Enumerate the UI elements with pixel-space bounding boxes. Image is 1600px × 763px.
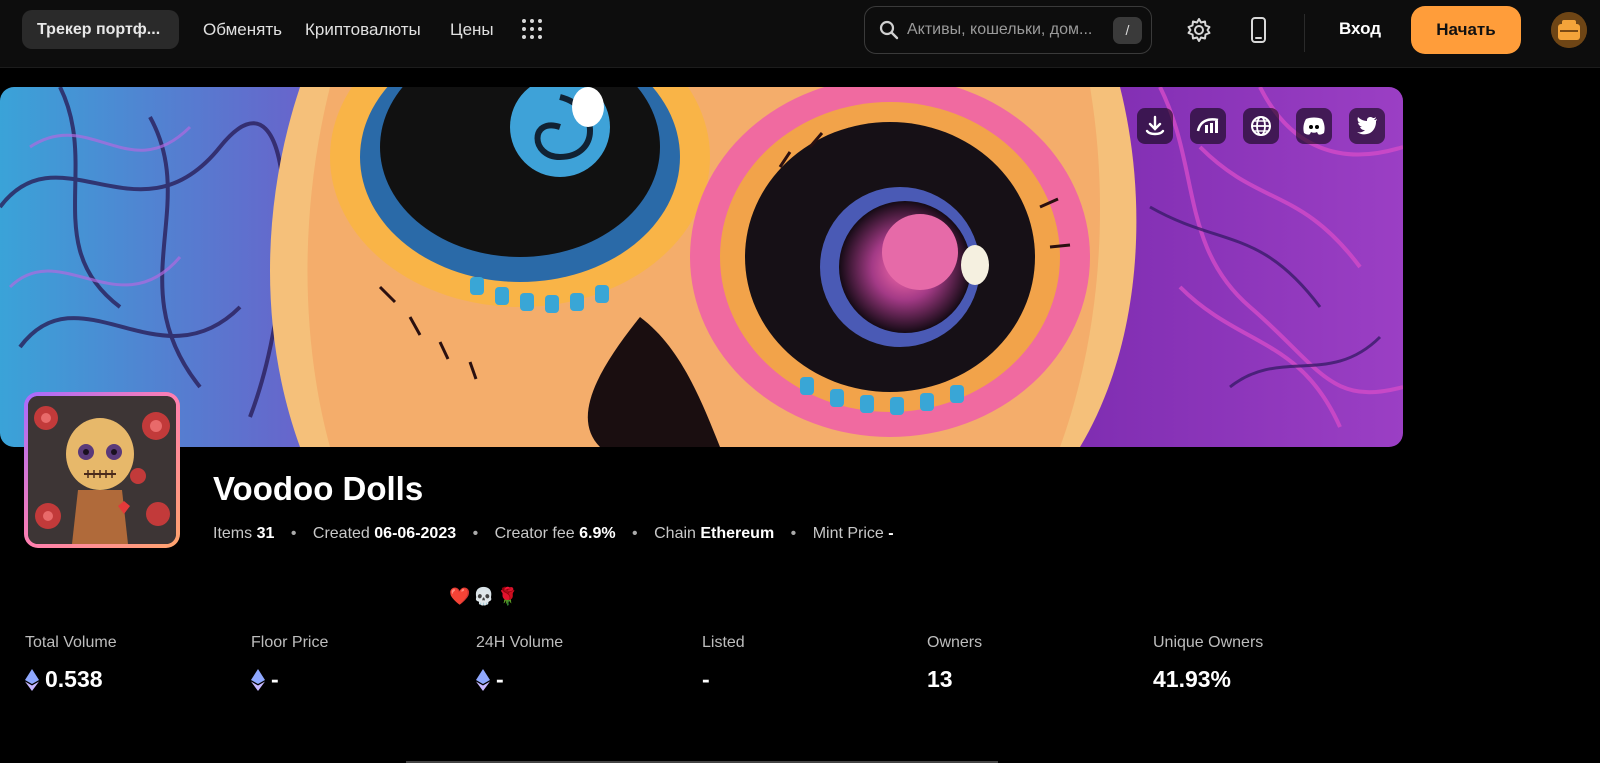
nav-link-prices[interactable]: Цены: [450, 20, 494, 40]
stat-label: Unique Owners: [1153, 634, 1264, 651]
collection-description-emojis: ❤️💀🌹: [449, 587, 522, 606]
stat-value: 41.93%: [1153, 666, 1232, 692]
search-input[interactable]: [907, 15, 1097, 45]
mint-price-value: -: [888, 525, 894, 542]
login-link[interactable]: Вход: [1339, 19, 1381, 39]
portfolio-tracker-button[interactable]: Трекер портф...: [22, 10, 179, 49]
stat-label: 24H Volume: [476, 634, 564, 651]
chain-value: Ethereum: [700, 525, 775, 542]
meta-separator: •: [632, 525, 638, 542]
stat-unique-owners: Unique Owners 41.93%: [1153, 634, 1263, 693]
discord-icon[interactable]: [1296, 108, 1332, 144]
stat-24h-volume: 24H Volume -: [476, 634, 563, 693]
ethereum-icon: [25, 668, 39, 691]
nav-divider: [1304, 14, 1305, 52]
user-avatar[interactable]: [1551, 12, 1587, 48]
mobile-phone-icon[interactable]: [1244, 16, 1272, 44]
search-shortcut-key: /: [1113, 17, 1142, 44]
stat-owners: Owners 13: [927, 634, 982, 693]
analytics-link-icon[interactable]: [1190, 108, 1226, 144]
collection-avatar: [24, 392, 180, 548]
get-started-button[interactable]: Начать: [1411, 6, 1521, 54]
marketplace-link-icon[interactable]: [1137, 108, 1173, 144]
gear-icon[interactable]: [1185, 16, 1213, 44]
stat-label: Owners: [927, 634, 983, 651]
stat-value: -: [702, 666, 710, 692]
creator-fee-label: Creator fee: [494, 525, 575, 542]
meta-separator: •: [472, 525, 479, 542]
stat-value: -: [496, 666, 504, 692]
stat-value: -: [271, 666, 279, 692]
ethereum-icon: [251, 668, 265, 691]
items-label: Items: [213, 525, 253, 542]
stat-label: Floor Price: [251, 634, 329, 651]
stat-floor-price: Floor Price -: [251, 634, 328, 693]
globe-icon[interactable]: [1243, 108, 1279, 144]
chain-label: Chain: [654, 525, 696, 542]
collection-meta: Items 31 • Created 06-06-2023 • Creator …: [213, 525, 894, 543]
stat-label: Total Volume: [25, 634, 117, 651]
mint-price-label: Mint Price: [812, 525, 884, 542]
top-navigation-bar: Трекер портф... Обменять Криптовалюты Це…: [0, 0, 1600, 68]
search-icon: [879, 20, 899, 40]
created-value: 06-06-2023: [374, 525, 457, 542]
stat-label: Listed: [702, 634, 745, 651]
meta-separator: •: [290, 525, 297, 542]
nav-link-cryptocurrencies[interactable]: Криптовалюты: [305, 20, 421, 40]
nav-link-swap[interactable]: Обменять: [203, 20, 282, 40]
creator-fee-value: 6.9%: [579, 525, 616, 542]
twitter-icon[interactable]: [1349, 108, 1385, 144]
stat-value: 13: [927, 666, 953, 692]
stat-value: 0.538: [45, 666, 103, 692]
stat-total-volume: Total Volume 0.538: [25, 634, 117, 693]
apps-grid-icon[interactable]: [522, 19, 542, 39]
items-value: 31: [256, 525, 275, 542]
search-box[interactable]: /: [864, 6, 1152, 54]
created-label: Created: [312, 525, 370, 542]
meta-separator: •: [790, 525, 797, 542]
collection-title: Voodoo Dolls: [213, 470, 424, 507]
ethereum-icon: [476, 668, 490, 691]
stat-listed: Listed -: [702, 634, 745, 693]
